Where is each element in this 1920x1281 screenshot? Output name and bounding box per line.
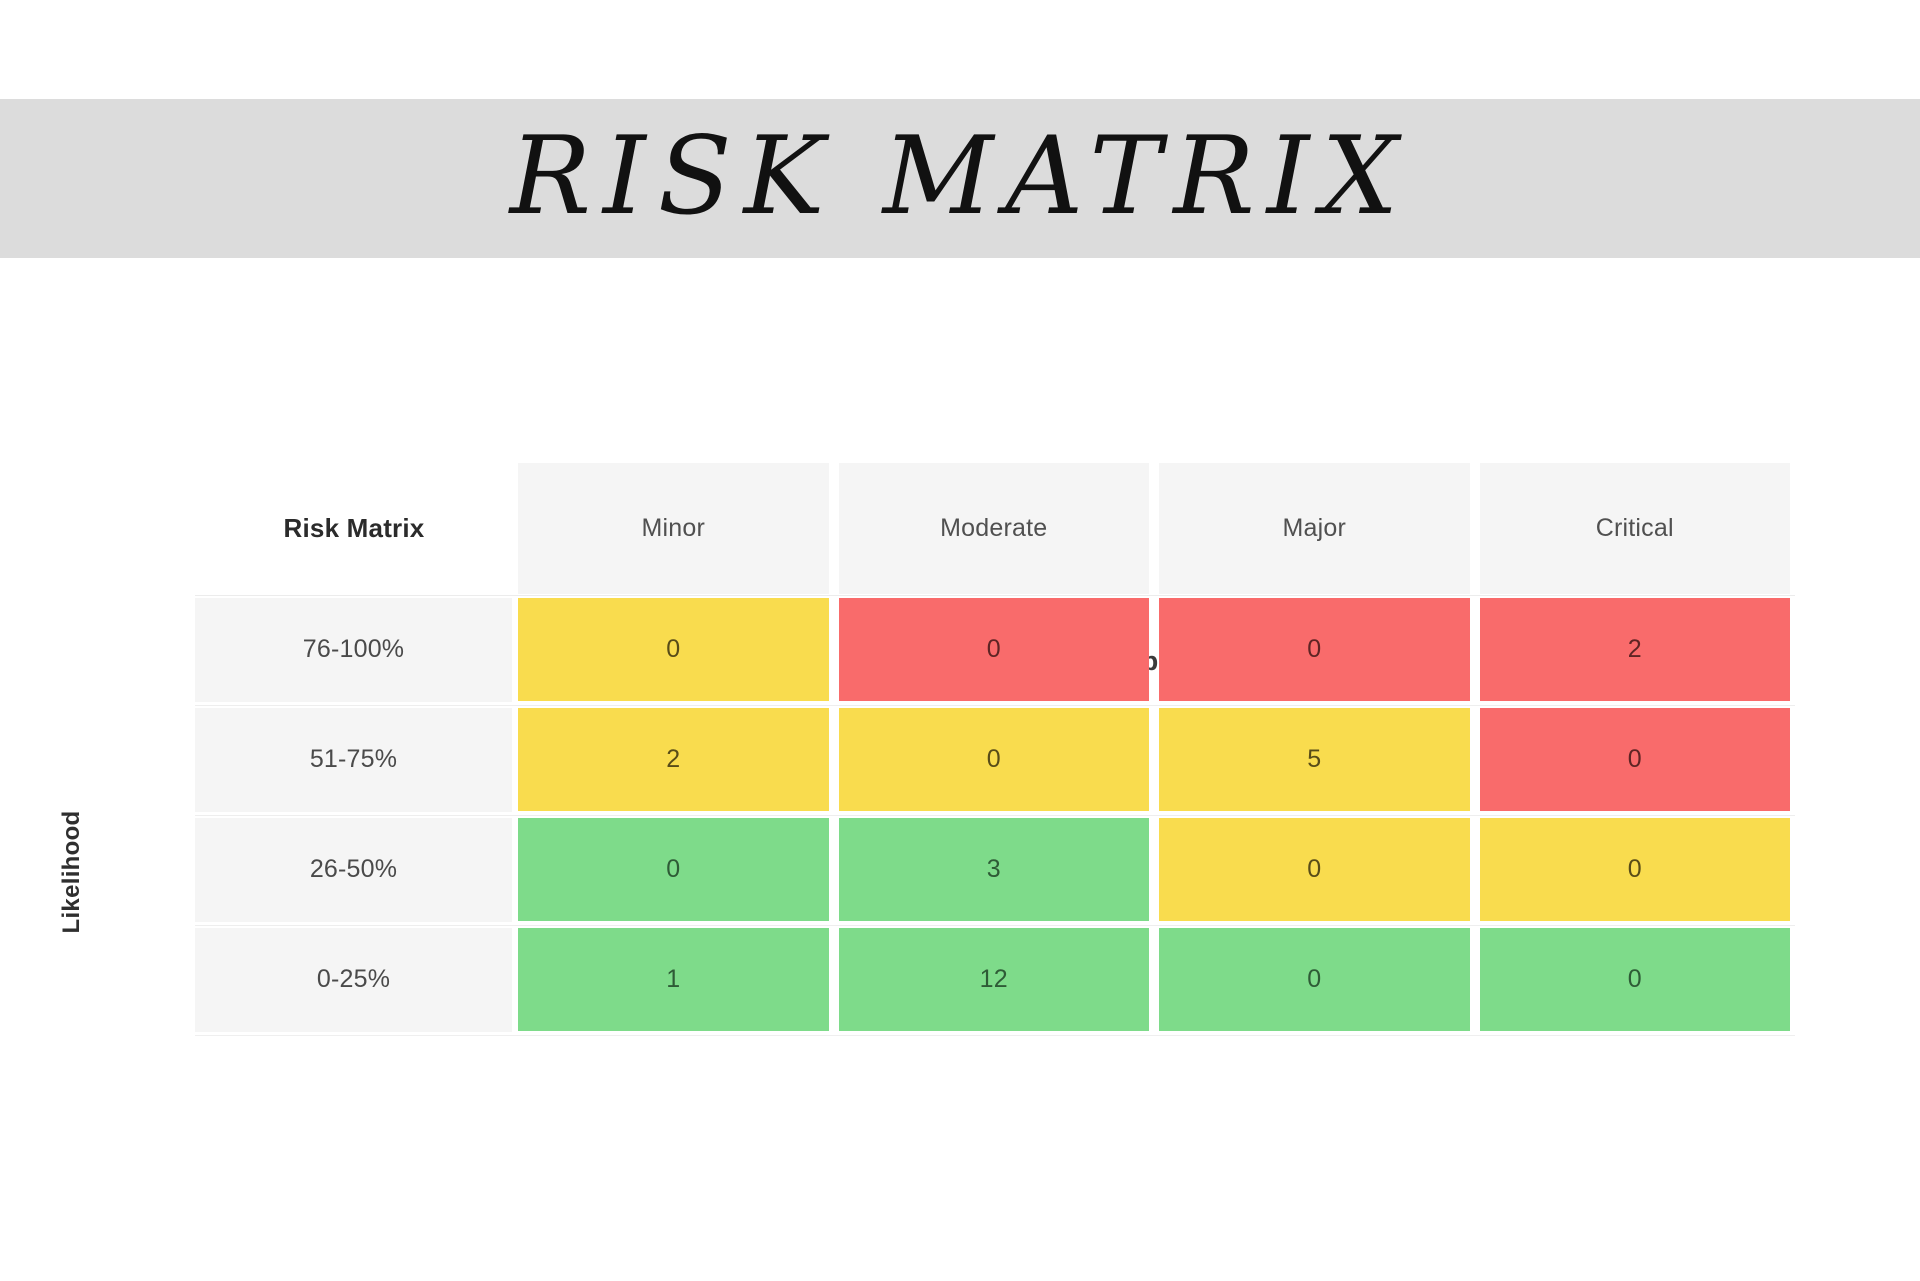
row-header-label: 51-75% (195, 707, 512, 812)
row-header-label: 76-100% (195, 597, 512, 702)
matrix-cell-value: 0 (838, 597, 1149, 701)
matrix-cell-value: 0 (1159, 927, 1470, 1031)
matrix-cell[interactable]: 0 (1154, 595, 1475, 706)
row-header-51-75: 51-75% (195, 705, 513, 816)
matrix-row: 51-75% 2 0 5 0 (195, 705, 1795, 816)
matrix-header-row: Risk Matrix Minor Moderate Major Critica… (195, 463, 1795, 596)
matrix-cell[interactable]: 3 (833, 815, 1154, 926)
row-header-label: 26-50% (195, 817, 512, 922)
risk-matrix-table: Risk Matrix Minor Moderate Major Critica… (195, 463, 1795, 1036)
row-header-label: 0-25% (195, 927, 512, 1032)
column-header-label: Moderate (838, 463, 1149, 594)
matrix-cell[interactable]: 0 (1154, 925, 1475, 1036)
column-header-label: Major (1159, 463, 1470, 594)
column-header-label: Minor (518, 463, 829, 594)
matrix-cell-value: 0 (1479, 707, 1790, 811)
matrix-cell[interactable]: 0 (1474, 925, 1795, 1036)
row-header-0-25: 0-25% (195, 925, 513, 1036)
matrix-row: 76-100% 0 0 0 2 (195, 595, 1795, 706)
matrix-cell[interactable]: 0 (513, 595, 834, 706)
matrix-cell-value: 0 (518, 597, 829, 701)
matrix-cell-value: 0 (1479, 817, 1790, 921)
matrix-cell[interactable]: 5 (1154, 705, 1475, 816)
matrix-cell[interactable]: 0 (833, 705, 1154, 816)
matrix-cell[interactable]: 0 (1154, 815, 1475, 926)
matrix-cell-value: 0 (838, 707, 1149, 811)
matrix-cell-value: 2 (1479, 597, 1790, 701)
column-header-critical: Critical (1474, 463, 1795, 596)
matrix-cell-value: 2 (518, 707, 829, 811)
matrix-cell-value: 3 (838, 817, 1149, 921)
likelihood-axis-label: Likelihood (58, 810, 85, 934)
row-header-26-50: 26-50% (195, 815, 513, 926)
matrix-cell[interactable]: 0 (833, 595, 1154, 706)
matrix-row: 0-25% 1 12 0 0 (195, 925, 1795, 1036)
column-header-major: Major (1154, 463, 1475, 596)
matrix-cell[interactable]: 2 (513, 705, 834, 816)
matrix-cell-value: 5 (1159, 707, 1470, 811)
matrix-row: 26-50% 0 3 0 0 (195, 815, 1795, 926)
column-header-moderate: Moderate (833, 463, 1154, 596)
matrix-cell-value: 0 (518, 817, 829, 921)
title-band: RISK MATRIX (0, 99, 1920, 258)
matrix-cell-value: 1 (518, 927, 829, 1031)
risk-matrix-container: Impact Likelihood Risk Matrix Minor Mode… (0, 258, 1920, 1281)
row-header-76-100: 76-100% (195, 595, 513, 706)
matrix-cell-value: 0 (1479, 927, 1790, 1031)
matrix-cell-value: 0 (1159, 817, 1470, 921)
column-header-minor: Minor (513, 463, 834, 596)
matrix-cell[interactable]: 1 (513, 925, 834, 1036)
column-header-label: Critical (1479, 463, 1790, 594)
matrix-cell[interactable]: 0 (1474, 815, 1795, 926)
page-title: RISK MATRIX (509, 113, 1411, 239)
corner-header-cell: Risk Matrix (195, 463, 513, 596)
matrix-cell-value: 0 (1159, 597, 1470, 701)
matrix-cell[interactable]: 0 (1474, 705, 1795, 816)
matrix-cell[interactable]: 2 (1474, 595, 1795, 706)
matrix-cell[interactable]: 12 (833, 925, 1154, 1036)
matrix-cell-value: 12 (838, 927, 1149, 1031)
matrix-cell[interactable]: 0 (513, 815, 834, 926)
